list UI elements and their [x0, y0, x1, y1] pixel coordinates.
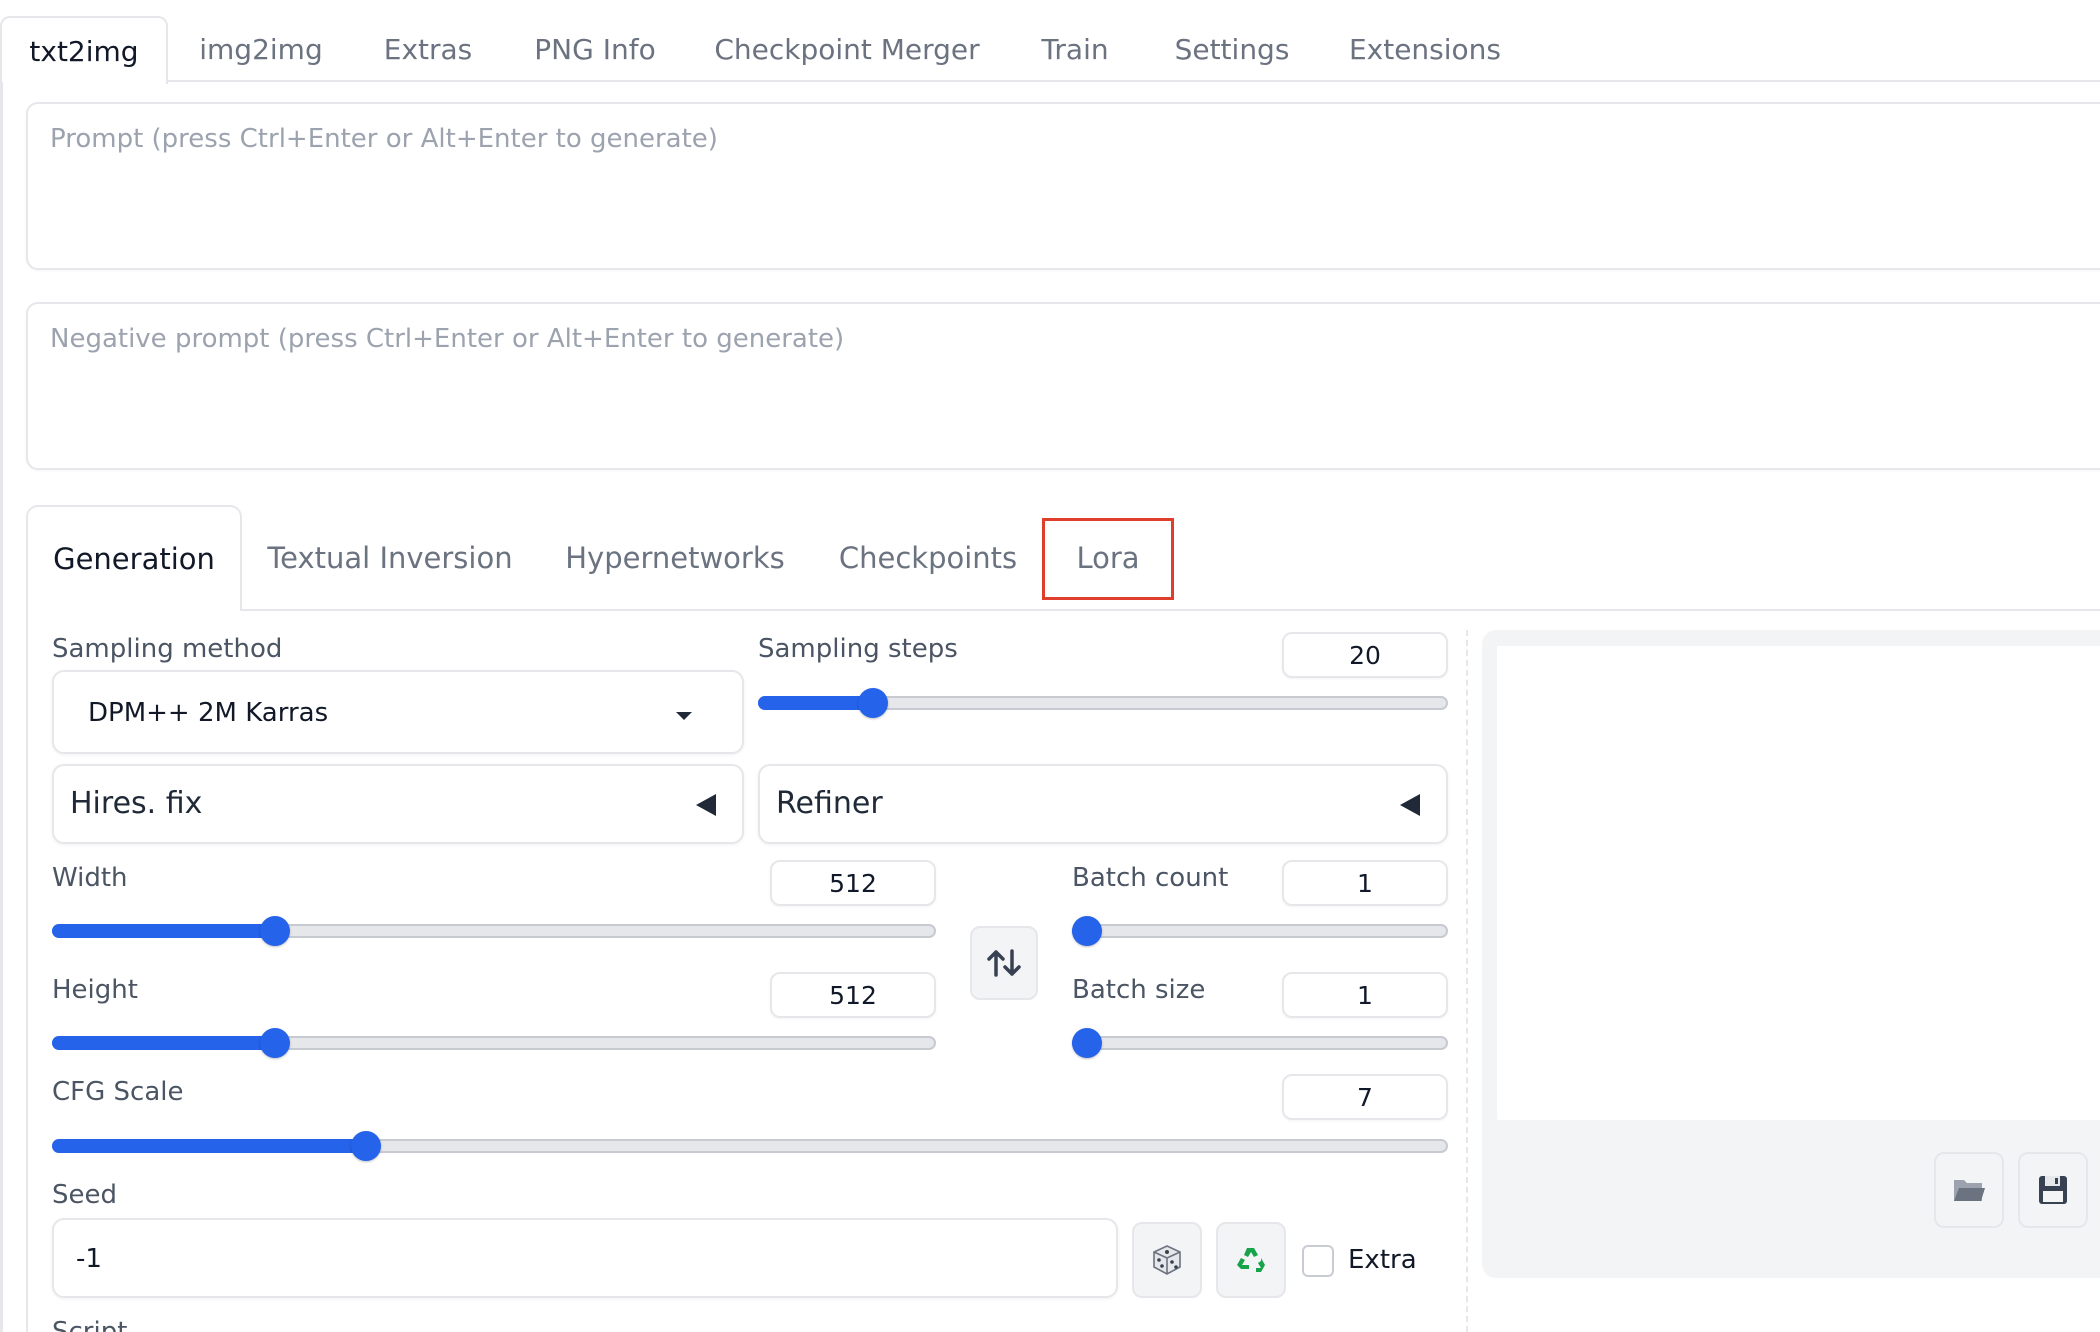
height-input[interactable]: 512	[770, 972, 936, 1018]
triangle-left-icon	[1400, 794, 1420, 816]
random-seed-button[interactable]	[1132, 1222, 1202, 1298]
hires-fix-accordion[interactable]: Hires. fix	[52, 764, 744, 844]
swap-dimensions-button[interactable]	[970, 926, 1038, 1000]
height-label: Height	[52, 975, 138, 1005]
slider-track	[1072, 924, 1448, 938]
sampling-method-label: Sampling method	[52, 634, 283, 664]
slider-fill	[52, 924, 275, 938]
cfg-scale-input[interactable]: 7	[1282, 1074, 1448, 1120]
reuse-seed-button[interactable]	[1216, 1222, 1286, 1298]
cfg-scale-label: CFG Scale	[52, 1077, 184, 1107]
slider-track	[1072, 1036, 1448, 1050]
slider-fill	[758, 696, 874, 710]
extra-label: Extra	[1348, 1245, 1417, 1275]
sampling-steps-slider[interactable]	[758, 687, 1448, 718]
dice-icon	[1153, 1245, 1181, 1275]
batch-size-label: Batch size	[1072, 975, 1206, 1005]
width-slider[interactable]	[52, 915, 936, 946]
sampling-method-dropdown[interactable]: DPM++ 2M Karras	[52, 670, 744, 754]
chevron-down-icon	[676, 712, 692, 720]
slider-thumb[interactable]	[858, 688, 889, 718]
tab-extensions[interactable]: Extensions	[1334, 16, 1516, 82]
tab-generation[interactable]: Generation	[26, 505, 242, 611]
height-slider[interactable]	[52, 1027, 936, 1058]
refiner-accordion[interactable]: Refiner	[758, 764, 1448, 844]
tab-panel-border	[0, 82, 3, 1332]
prompt-box	[26, 102, 2100, 270]
negative-prompt-box	[26, 302, 2100, 470]
tab-textual-inversion[interactable]: Textual Inversion	[262, 505, 518, 611]
open-folder-button[interactable]	[1934, 1152, 2004, 1228]
tab-settings[interactable]: Settings	[1158, 16, 1306, 82]
recycle-icon	[1237, 1248, 1265, 1272]
slider-thumb[interactable]	[259, 1028, 290, 1058]
save-button[interactable]	[2018, 1152, 2088, 1228]
folder-icon	[1954, 1180, 1985, 1201]
slider-thumb[interactable]	[259, 916, 290, 946]
tab-img2img[interactable]: img2img	[168, 16, 354, 82]
batch-count-slider[interactable]	[1072, 915, 1448, 946]
slider-thumb[interactable]	[1072, 916, 1102, 946]
seed-label: Seed	[52, 1180, 117, 1210]
generation-panel-border	[26, 609, 28, 1332]
image-preview	[1497, 646, 2100, 1120]
tab-hypernetworks[interactable]: Hypernetworks	[562, 505, 788, 611]
batch-size-slider[interactable]	[1072, 1027, 1448, 1058]
prompt-input[interactable]	[50, 124, 1650, 244]
tab-txt2img[interactable]: txt2img	[0, 16, 168, 84]
seed-input[interactable]: -1	[52, 1218, 1118, 1298]
negative-prompt-input[interactable]	[50, 324, 1650, 444]
lora-highlight-box	[1042, 518, 1174, 600]
swap-arrows-icon	[987, 949, 1021, 977]
hires-fix-label: Hires. fix	[70, 786, 203, 821]
save-icon	[2039, 1176, 2067, 1204]
tab-checkpoint-merger[interactable]: Checkpoint Merger	[694, 16, 1000, 82]
tab-extras[interactable]: Extras	[356, 16, 500, 82]
tab-png-info[interactable]: PNG Info	[510, 16, 680, 82]
tab-checkpoints[interactable]: Checkpoints	[836, 505, 1020, 611]
tab-train[interactable]: Train	[1018, 16, 1132, 82]
width-input[interactable]: 512	[770, 860, 936, 906]
sampling-method-value: DPM++ 2M Karras	[88, 698, 329, 728]
batch-count-input[interactable]: 1	[1282, 860, 1448, 906]
batch-count-label: Batch count	[1072, 863, 1229, 893]
extra-checkbox[interactable]	[1302, 1245, 1334, 1277]
column-divider	[1466, 630, 1468, 1332]
refiner-label: Refiner	[776, 786, 883, 821]
sampling-steps-input[interactable]: 20	[1282, 632, 1448, 678]
batch-size-input[interactable]: 1	[1282, 972, 1448, 1018]
width-label: Width	[52, 863, 128, 893]
slider-thumb[interactable]	[1072, 1028, 1102, 1058]
top-tab-bar: txt2img img2img Extras PNG Info Checkpoi…	[0, 0, 2100, 84]
seed-value: -1	[76, 1244, 102, 1274]
slider-fill	[52, 1139, 366, 1153]
script-label: Script	[52, 1318, 127, 1332]
sampling-steps-label: Sampling steps	[758, 634, 958, 664]
cfg-scale-slider[interactable]	[52, 1130, 1448, 1161]
slider-fill	[52, 1036, 275, 1050]
slider-thumb[interactable]	[350, 1131, 381, 1161]
triangle-left-icon	[696, 794, 716, 816]
